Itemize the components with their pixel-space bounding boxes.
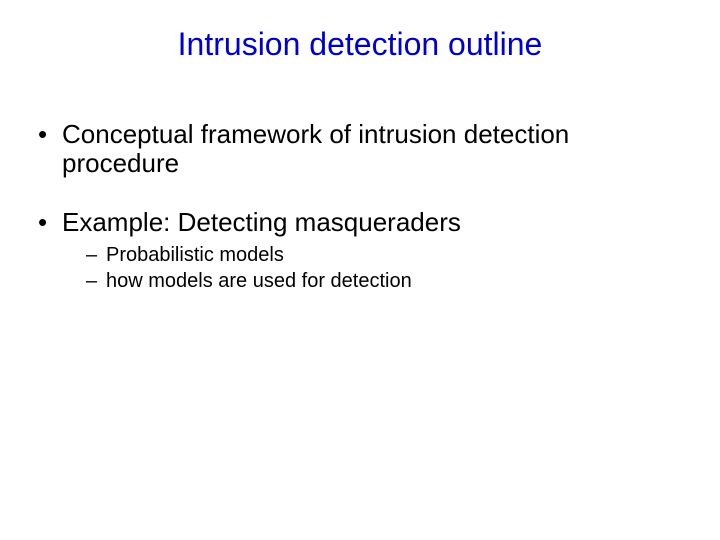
list-item: Example: Detecting masqueraders Probabil…: [38, 208, 680, 293]
slide: Intrusion detection outline Conceptual f…: [0, 0, 720, 540]
slide-body: Conceptual framework of intrusion detect…: [38, 120, 680, 323]
slide-title: Intrusion detection outline: [0, 26, 720, 63]
bullet-list: Conceptual framework of intrusion detect…: [38, 120, 680, 293]
list-item: Probabilistic models: [86, 243, 680, 267]
bullet-text: Example: Detecting masqueraders: [62, 207, 461, 237]
sub-bullet-text: how models are used for detection: [106, 270, 412, 292]
list-item: Conceptual framework of intrusion detect…: [38, 120, 680, 178]
list-item: how models are used for detection: [86, 269, 680, 293]
sub-bullet-list: Probabilistic models how models are used…: [62, 243, 680, 293]
sub-bullet-text: Probabilistic models: [106, 244, 284, 266]
bullet-text: Conceptual framework of intrusion detect…: [62, 119, 569, 178]
